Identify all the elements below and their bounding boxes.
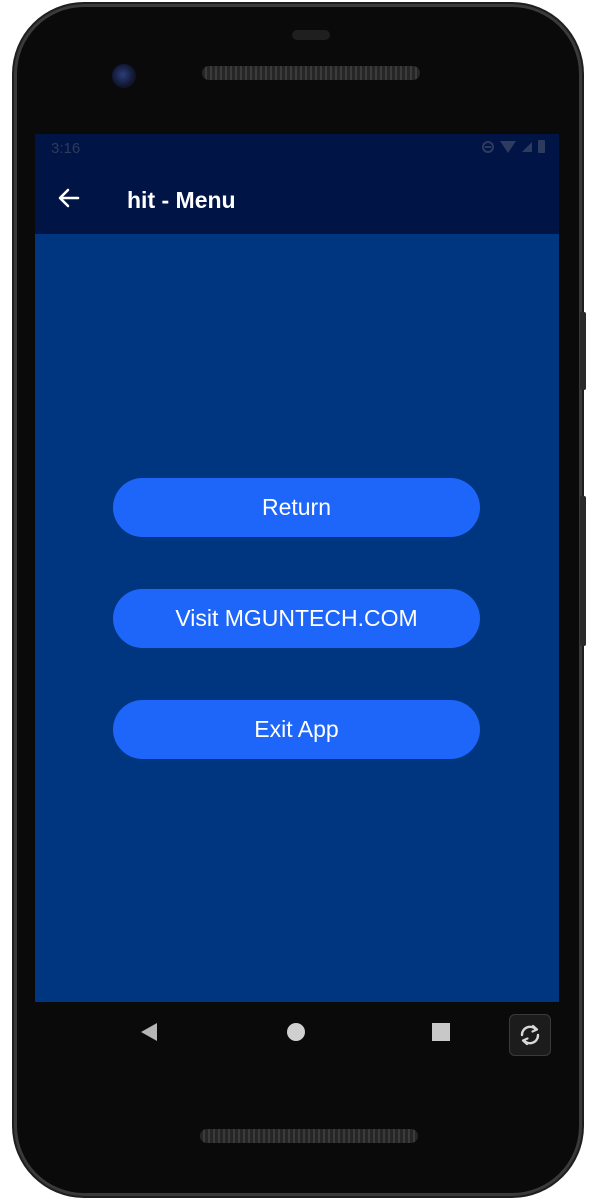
rotate-icon[interactable] — [509, 1014, 551, 1056]
signal-icon — [522, 141, 532, 152]
power-button[interactable] — [580, 312, 586, 390]
top-sensor — [292, 30, 330, 40]
navigation-bar — [35, 1002, 559, 1062]
status-icons — [482, 140, 545, 153]
status-bar: 3:16 — [35, 134, 559, 164]
nav-recents-icon[interactable] — [432, 1023, 450, 1041]
volume-rocker[interactable] — [580, 496, 586, 646]
nav-home-icon[interactable] — [287, 1023, 305, 1041]
battery-icon — [538, 140, 545, 153]
front-camera-icon — [112, 64, 136, 88]
exit-app-button[interactable]: Exit App — [113, 700, 480, 759]
do-not-disturb-icon — [482, 140, 494, 153]
return-button[interactable]: Return — [113, 478, 480, 537]
arrow-left-icon[interactable] — [55, 184, 83, 212]
page-title: hit - Menu — [127, 187, 236, 213]
visit-website-button[interactable]: Visit MGUNTECH.COM — [113, 589, 480, 648]
device-screen: 3:16 hit - Menu Return Visit MGUNTECH.CO… — [35, 134, 559, 1002]
status-time: 3:16 — [51, 140, 81, 157]
app-bar: hit - Menu — [35, 164, 559, 234]
wifi-icon — [500, 140, 516, 153]
nav-back-icon[interactable] — [141, 1023, 157, 1041]
top-speaker-grille — [202, 66, 420, 80]
bottom-speaker-grille — [200, 1129, 418, 1143]
